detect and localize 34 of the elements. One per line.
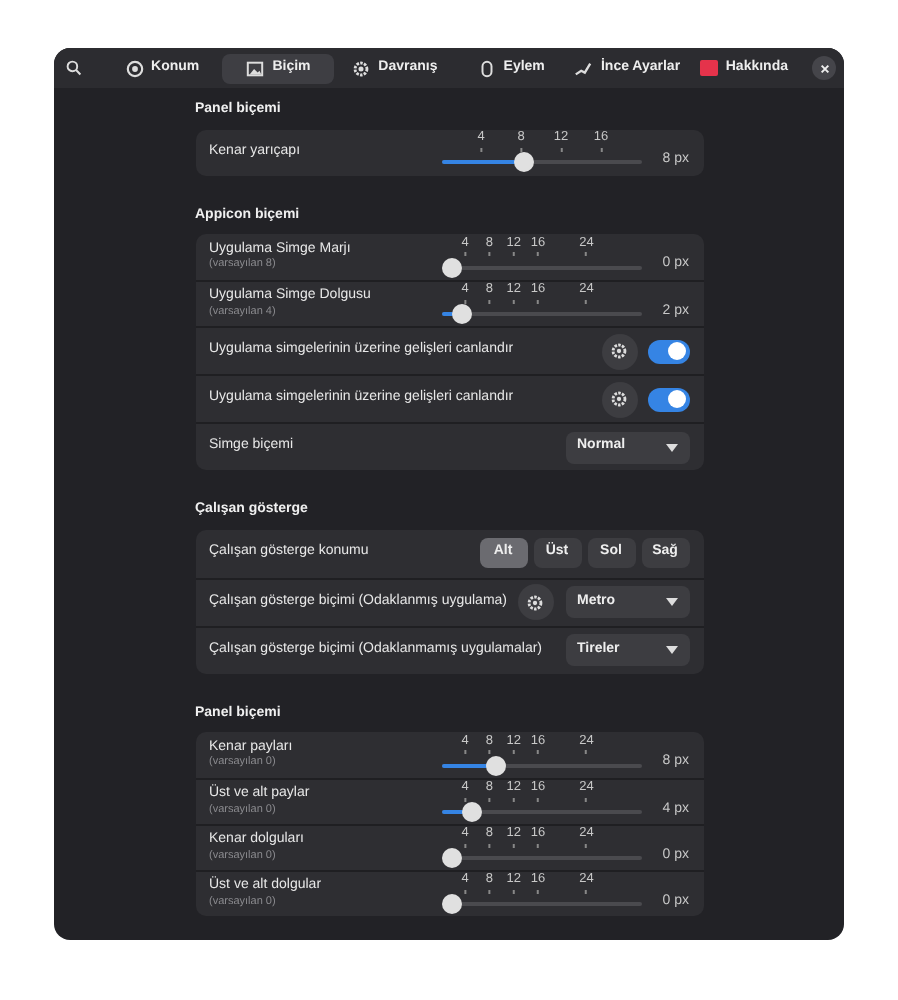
slider[interactable]	[441, 755, 641, 775]
slider[interactable]	[441, 257, 641, 277]
settings-button[interactable]	[601, 381, 637, 417]
settings-button[interactable]	[517, 584, 553, 620]
gear-icon	[352, 59, 371, 77]
slider-thumb[interactable]	[441, 848, 461, 868]
search-icon[interactable]	[66, 60, 82, 76]
settings-icon	[526, 593, 544, 611]
close-icon	[819, 63, 830, 73]
toggle-switch[interactable]	[647, 339, 689, 363]
logo-icon	[699, 60, 718, 76]
slider-thumb[interactable]	[486, 755, 506, 775]
slider[interactable]	[441, 304, 641, 324]
slider[interactable]	[441, 802, 641, 822]
image-icon	[246, 59, 265, 77]
slider-thumb[interactable]	[441, 894, 461, 914]
settings-icon	[610, 390, 628, 408]
toggle-switch[interactable]	[647, 387, 689, 411]
settings-button[interactable]	[601, 333, 637, 369]
slider-thumb[interactable]	[451, 304, 472, 324]
caret-icon	[665, 443, 677, 451]
slider[interactable]	[441, 152, 641, 172]
slider-thumb[interactable]	[513, 152, 533, 172]
slider-thumb[interactable]	[462, 802, 483, 822]
caret-icon	[665, 598, 677, 606]
caret-icon	[665, 646, 677, 654]
close-button[interactable]	[812, 56, 837, 80]
slider[interactable]	[441, 848, 641, 868]
slider-thumb[interactable]	[441, 257, 461, 277]
settings-icon	[610, 342, 628, 360]
target-icon	[125, 59, 144, 77]
mouse-icon	[477, 59, 496, 77]
slider[interactable]	[441, 894, 641, 914]
tweak-icon	[574, 59, 593, 77]
